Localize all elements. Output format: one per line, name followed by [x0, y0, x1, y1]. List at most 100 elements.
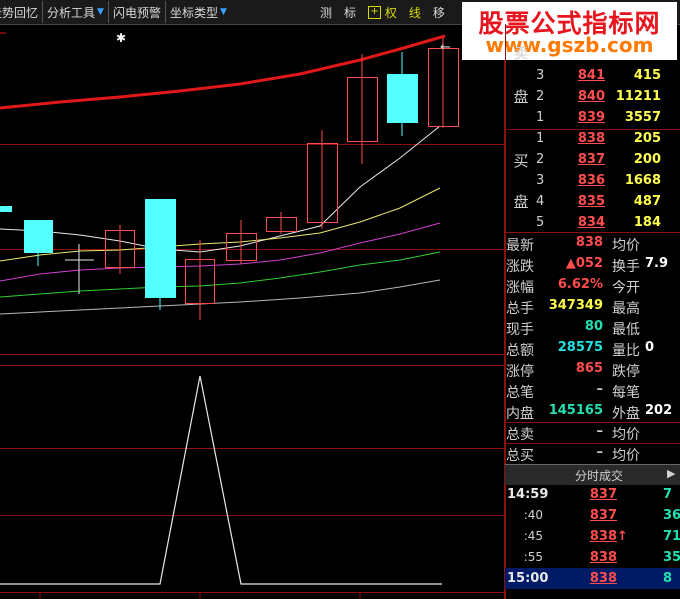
- candle: [24, 220, 53, 253]
- bid-volume: 1668: [624, 173, 661, 188]
- stat-row: 内盘 145165 外盘 202: [505, 401, 680, 422]
- trade-row[interactable]: 14:59 837 7: [505, 484, 680, 505]
- ask-row[interactable]: 2 840 11211: [505, 87, 680, 108]
- stat-row: 总手 347349 最高: [505, 296, 680, 317]
- stat-label: 涨幅: [506, 280, 534, 296]
- candle: [387, 74, 418, 123]
- stat-label-2: 最高: [612, 301, 640, 317]
- bid-price: 838: [577, 131, 605, 146]
- trade-time: :55: [523, 550, 543, 564]
- stat-label-2: 今开: [612, 280, 640, 296]
- trades-header[interactable]: 分时成交 ▶: [505, 464, 680, 485]
- flash-alert-label: 闪电预警: [112, 5, 161, 20]
- stat-label-2: 跌停: [612, 364, 640, 380]
- measure-button[interactable]: 测: [314, 1, 338, 23]
- trade-price: 838: [589, 550, 617, 565]
- indicator-line: [0, 375, 442, 585]
- bid-price: 837: [577, 152, 605, 167]
- stat-label: 总买: [506, 448, 534, 464]
- history-review-button[interactable]: 走势回忆: [0, 1, 42, 23]
- stat-row: 最新 838 均价: [505, 233, 680, 254]
- stat-label-2: 每笔: [612, 385, 640, 401]
- stat-label-2: 最低: [612, 322, 640, 338]
- bid-row[interactable]: 2 837 200: [505, 150, 680, 171]
- stat-value: 347349: [548, 298, 603, 313]
- bid-row[interactable]: 1 838 205: [505, 129, 680, 150]
- bid-level: 5: [536, 215, 545, 230]
- stat-label-2: 均价: [612, 238, 640, 254]
- bid-row[interactable]: 4 835 487: [505, 192, 680, 213]
- stat-value: 28575: [557, 340, 603, 355]
- stat-row: 总额 28575 量比 0: [505, 338, 680, 359]
- bid-volume: 200: [633, 152, 661, 167]
- plus-box-icon: +: [368, 5, 382, 19]
- stat-value-2: 7.9: [645, 256, 669, 271]
- stat-value-2: 0: [645, 340, 655, 355]
- move-button[interactable]: 移: [427, 1, 451, 23]
- ask-volume: 11211: [615, 89, 661, 104]
- stat-label: 总手: [506, 301, 534, 317]
- stat-label: 最新: [506, 238, 534, 254]
- ask-price: 839: [577, 110, 605, 125]
- dropdown-arrow-icon: ▼: [97, 7, 104, 17]
- trade-row[interactable]: :45 838 ↑ 71: [505, 526, 680, 547]
- play-icon[interactable]: ▶: [667, 467, 675, 480]
- axis-type-label: 坐标类型: [169, 5, 218, 20]
- trade-volume: 35: [663, 550, 680, 565]
- stat-label-2: 均价: [612, 427, 640, 443]
- chart-markers: ✱ ←: [0, 31, 451, 55]
- stat-row: 总卖 – 均价: [505, 422, 680, 443]
- trade-row[interactable]: :40 837 36: [505, 505, 680, 526]
- ask-level: 1: [536, 110, 545, 125]
- stat-label: 涨跌: [506, 259, 534, 275]
- ma-yellow-line: [0, 187, 441, 262]
- trade-price: 837: [589, 487, 617, 502]
- stat-row: 涨幅 6.62% 今开: [505, 275, 680, 296]
- grid-minor-ticks: [39, 592, 361, 599]
- ma-red-line: [0, 34, 446, 110]
- mark-button[interactable]: 标: [338, 1, 362, 23]
- axis-type-menu[interactable]: 坐标类型 ▼: [164, 1, 231, 23]
- stat-row: 总买 – 均价: [505, 443, 680, 464]
- quote-panel: 卖 盘 3 841 415 2 840 11211 1 839 3557 买 盘…: [505, 24, 680, 599]
- bid-row[interactable]: 3 836 1668: [505, 171, 680, 192]
- trade-row[interactable]: 15:00 838 8: [505, 568, 680, 589]
- rights-toggle[interactable]: + 权: [362, 1, 403, 23]
- stat-row: 涨跌 ▲052 换手 7.9: [505, 254, 680, 275]
- up-arrow-icon: ↑: [617, 529, 628, 544]
- stat-value: 838: [575, 235, 603, 250]
- history-review-label: 走势回忆: [0, 5, 39, 20]
- candles: [0, 38, 459, 320]
- stat-row: 涨停 865 跌停: [505, 359, 680, 380]
- bid-level: 1: [536, 131, 545, 146]
- stat-label-2: 均价: [612, 448, 640, 464]
- trade-price: 837: [589, 508, 617, 523]
- line-button[interactable]: 线: [403, 1, 427, 23]
- stat-label-2: 量比: [612, 343, 640, 359]
- chart-grid: [0, 24, 505, 599]
- stat-value: 80: [584, 319, 603, 334]
- ask-row[interactable]: 3 841 415: [505, 66, 680, 87]
- ma-lines: [0, 34, 446, 315]
- bid-price: 835: [577, 194, 605, 209]
- kline-chart[interactable]: ✱ ←: [0, 24, 505, 599]
- trades-header-label: 分时成交: [575, 469, 624, 483]
- stat-label: 涨停: [506, 364, 534, 380]
- stat-row: 现手 80 最低: [505, 317, 680, 338]
- stat-value: –: [596, 382, 604, 397]
- ask-volume: 3557: [624, 110, 661, 125]
- analysis-tools-label: 分析工具: [47, 5, 96, 20]
- ask-volume: 415: [633, 68, 661, 83]
- stat-label: 总卖: [506, 427, 534, 443]
- ma-green-line: [0, 251, 441, 298]
- stat-value-2: 202: [645, 403, 673, 418]
- trade-row[interactable]: :55 838 35: [505, 547, 680, 568]
- flash-alert-button[interactable]: 闪电预警: [107, 1, 165, 23]
- trade-time: 14:59: [507, 487, 549, 502]
- bid-row[interactable]: 5 834 184: [505, 213, 680, 234]
- trade-price: 838: [589, 571, 617, 586]
- candle: [145, 199, 176, 298]
- analysis-tools-menu[interactable]: 分析工具 ▼: [42, 1, 108, 23]
- ask-row[interactable]: 1 839 3557: [505, 108, 680, 129]
- bid-price: 836: [577, 173, 605, 188]
